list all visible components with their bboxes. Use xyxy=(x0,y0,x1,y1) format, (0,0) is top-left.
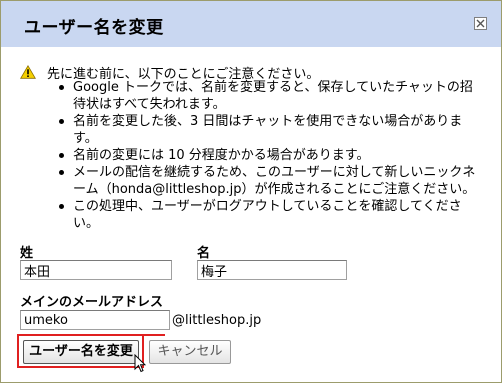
last-name-label: 姓 xyxy=(20,246,34,261)
rename-user-dialog: ユーザー名を変更 先に進む前に、以下のことにご注意ください。 Google トー… xyxy=(0,0,502,383)
list-item: メールの配信を継続するため、このユーザーに対して新しいニックネーム（honda@… xyxy=(57,164,477,198)
list-item: この処理中、ユーザーがログアウトしていることを確認してください。 xyxy=(57,198,477,232)
first-name-field[interactable] xyxy=(197,260,347,280)
rename-user-button[interactable]: ユーザー名を変更 xyxy=(23,340,139,364)
list-item: Google トークでは、名前を変更すると、保存していたチャットの招待状はすべて… xyxy=(57,79,477,113)
dialog-title: ユーザー名を変更 xyxy=(24,18,164,38)
cancel-button[interactable]: キャンセル xyxy=(149,340,231,364)
list-item: 名前の変更には 10 分程度かかる場合があります。 xyxy=(57,147,477,164)
list-item: 名前を変更した後、3 日間はチャットを使用できない場合があります。 xyxy=(57,113,477,147)
warning-list: Google トークでは、名前を変更すると、保存していたチャットの招待状はすべて… xyxy=(57,79,477,232)
close-icon[interactable] xyxy=(474,17,487,30)
dialog-titlebar: ユーザー名を変更 xyxy=(1,1,501,47)
email-field[interactable] xyxy=(20,310,170,330)
warning-icon xyxy=(20,64,36,83)
first-name-label: 名 xyxy=(197,246,211,261)
last-name-field[interactable] xyxy=(20,260,172,280)
email-label: メインのメールアドレス xyxy=(20,295,164,310)
email-domain: @littleshop.jp xyxy=(172,313,262,328)
mouse-cursor-icon xyxy=(134,353,147,377)
